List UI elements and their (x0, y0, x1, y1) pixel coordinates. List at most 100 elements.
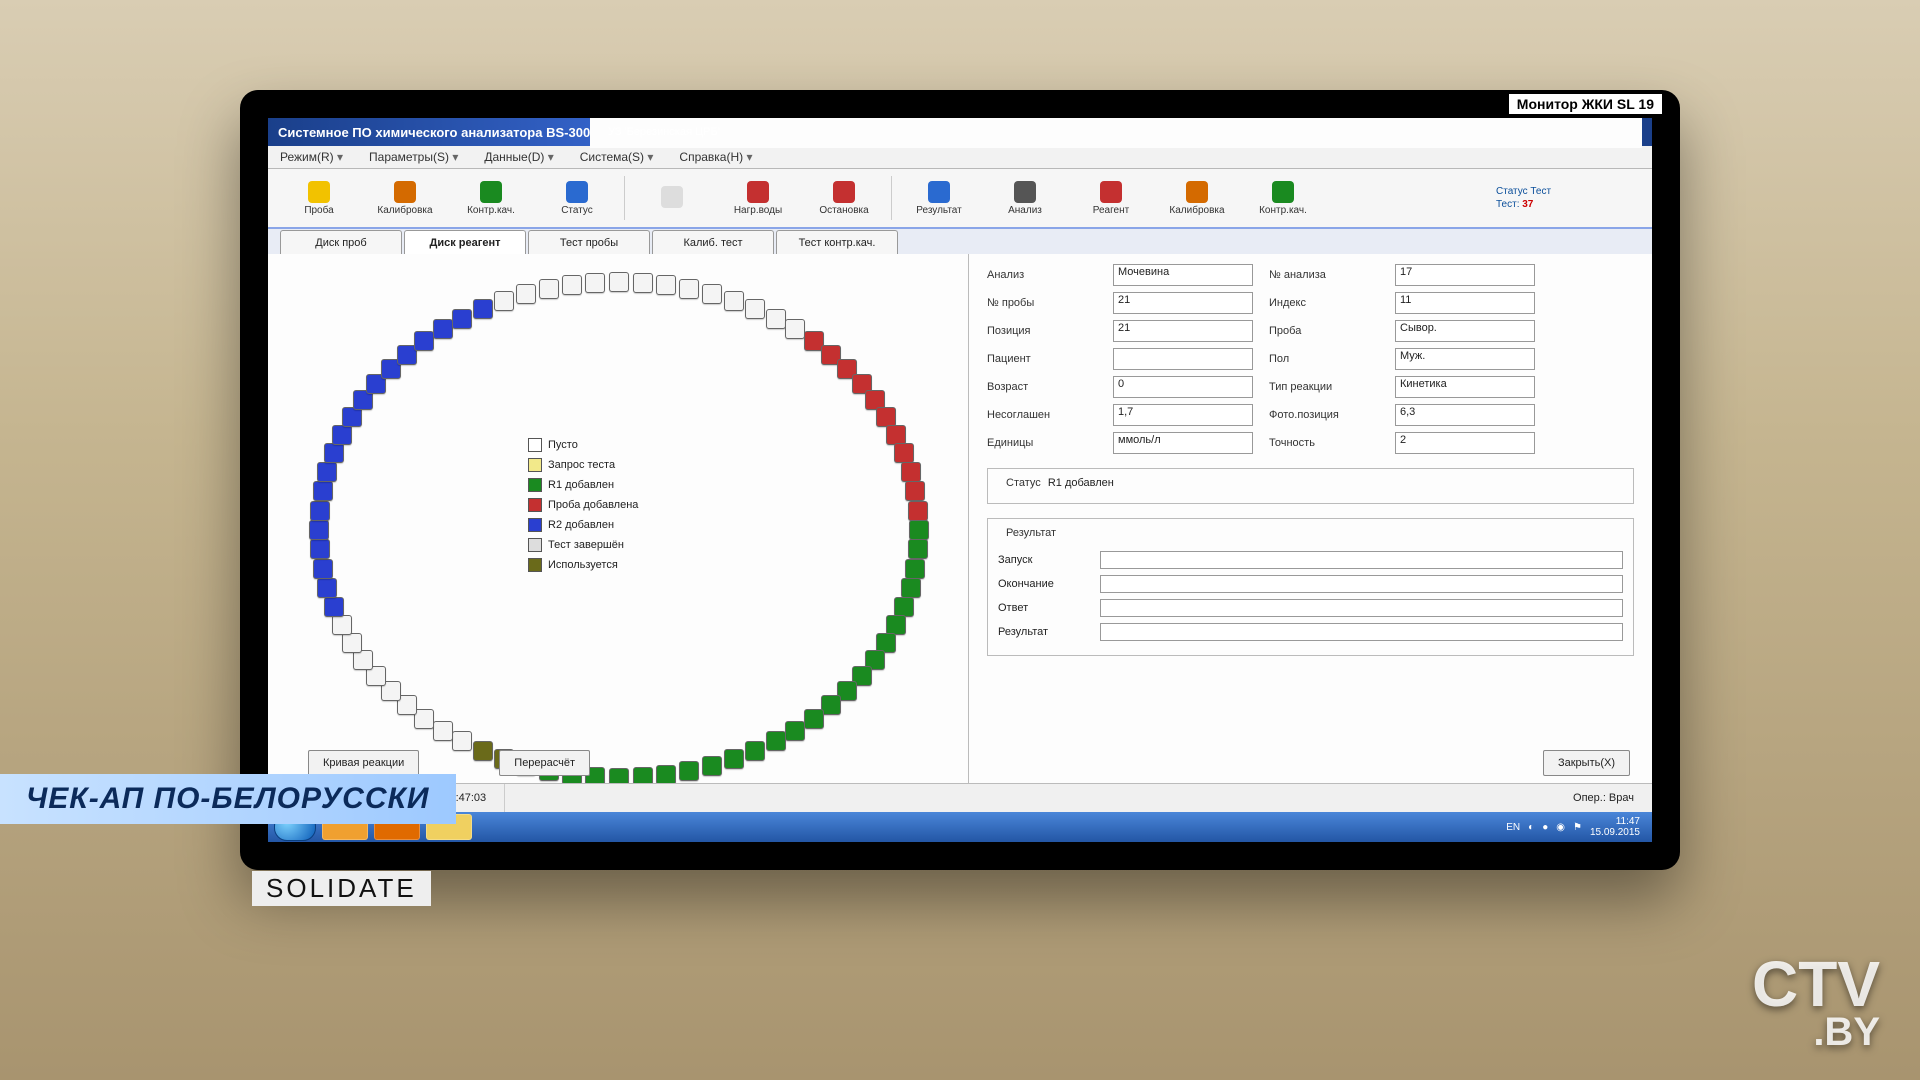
ring-slot[interactable] (324, 443, 344, 463)
ring-slot[interactable] (901, 462, 921, 482)
ring-slot[interactable] (894, 443, 914, 463)
ring-slot[interactable] (452, 731, 472, 751)
field-value[interactable]: 1,7 (1113, 404, 1253, 426)
toolbar-button[interactable]: Остановка (801, 170, 887, 226)
field-value[interactable]: ммоль/л (1113, 432, 1253, 454)
tab[interactable]: Тест пробы (528, 230, 650, 255)
ring-slot[interactable] (886, 615, 906, 635)
ring-slot[interactable] (317, 578, 337, 598)
ring-slot[interactable] (745, 741, 765, 761)
toolbar-button[interactable]: Контр.кач. (448, 170, 534, 226)
tab[interactable]: Тест контр.кач. (776, 230, 898, 255)
field-value[interactable]: Мочевина (1113, 264, 1253, 286)
ring-slot[interactable] (633, 273, 653, 293)
ring-slot[interactable] (766, 309, 786, 329)
reaction-curve-button[interactable]: Кривая реакции (308, 750, 419, 776)
windows-taskbar[interactable]: EN ◐ ● ◉ ⚑ 11:47 15.09.2015 (268, 812, 1652, 842)
ring-slot[interactable] (585, 273, 605, 293)
ring-slot[interactable] (894, 597, 914, 617)
ring-slot[interactable] (310, 501, 330, 521)
ring-slot[interactable] (562, 275, 582, 295)
tray-icon[interactable]: ◐ (1528, 822, 1534, 833)
system-tray[interactable]: EN ◐ ● ◉ ⚑ 11:47 15.09.2015 (1506, 816, 1646, 838)
recalc-button[interactable]: Перерасчёт (499, 750, 590, 776)
ring-slot[interactable] (656, 765, 676, 785)
tray-icon[interactable]: ● (1542, 822, 1548, 833)
toolbar-button[interactable]: Проба (276, 170, 362, 226)
ring-slot[interactable] (332, 615, 352, 635)
ring-slot[interactable] (886, 425, 906, 445)
field-value[interactable]: Сывор. (1395, 320, 1535, 342)
ring-slot[interactable] (702, 756, 722, 776)
ring-slot[interactable] (908, 501, 928, 521)
field-value[interactable]: 2 (1395, 432, 1535, 454)
ring-slot[interactable] (313, 481, 333, 501)
ring-slot[interactable] (821, 695, 841, 715)
toolbar-button[interactable]: Реагент (1068, 170, 1154, 226)
menu-item[interactable]: Параметры(S) (369, 150, 458, 164)
menu-item[interactable]: Данные(D) (484, 150, 553, 164)
ring-slot[interactable] (724, 749, 744, 769)
ring-slot[interactable] (804, 709, 824, 729)
ring-slot[interactable] (539, 279, 559, 299)
menu-item[interactable]: Система(S) (580, 150, 654, 164)
toolbar-button[interactable]: Калибровка (362, 170, 448, 226)
ring-slot[interactable] (414, 331, 434, 351)
ring-slot[interactable] (313, 559, 333, 579)
tab[interactable]: Калиб. тест (652, 230, 774, 255)
tray-clock[interactable]: 11:47 15.09.2015 (1590, 816, 1640, 838)
menubar[interactable]: Режим(R) Параметры(S) Данные(D) Система(S) С… (268, 146, 1652, 169)
ring-slot[interactable] (679, 761, 699, 781)
ring-slot[interactable] (656, 275, 676, 295)
toolbar-button[interactable]: Анализ (982, 170, 1068, 226)
field-value[interactable]: 0 (1113, 376, 1253, 398)
toolbar-button[interactable]: Нагр.воды (715, 170, 801, 226)
field-value[interactable]: 21 (1113, 320, 1253, 342)
ring-slot[interactable] (353, 650, 373, 670)
field-value[interactable]: 21 (1113, 292, 1253, 314)
toolbar-button[interactable]: Контр.кач. (1240, 170, 1326, 226)
ring-slot[interactable] (342, 633, 362, 653)
ring-slot[interactable] (909, 520, 929, 540)
tab[interactable]: Диск проб (280, 230, 402, 255)
ring-slot[interactable] (609, 272, 629, 292)
ring-slot[interactable] (309, 520, 329, 540)
toolbar-button[interactable]: Результат (896, 170, 982, 226)
ring-slot[interactable] (494, 291, 514, 311)
ring-slot[interactable] (414, 709, 434, 729)
ring-slot[interactable] (745, 299, 765, 319)
ring-slot[interactable] (332, 425, 352, 445)
ring-slot[interactable] (908, 539, 928, 559)
menu-item[interactable]: Режим(R) (280, 150, 343, 164)
ring-slot[interactable] (905, 481, 925, 501)
ring-slot[interactable] (433, 721, 453, 741)
ring-slot[interactable] (324, 597, 344, 617)
field-value[interactable]: Муж. (1395, 348, 1535, 370)
field-value[interactable]: 6,3 (1395, 404, 1535, 426)
field-value[interactable]: Кинетика (1395, 376, 1535, 398)
tray-icon[interactable]: ⚑ (1573, 822, 1582, 833)
ring-slot[interactable] (452, 309, 472, 329)
close-button[interactable]: Закрыть(X) (1543, 750, 1630, 776)
ring-slot[interactable] (901, 578, 921, 598)
ring-slot[interactable] (473, 299, 493, 319)
field-value[interactable]: 11 (1395, 292, 1535, 314)
tray-icon[interactable]: ◉ (1556, 822, 1565, 833)
toolbar-button[interactable]: Статус (534, 170, 620, 226)
ring-slot[interactable] (317, 462, 337, 482)
ring-slot[interactable] (785, 319, 805, 339)
ring-slot[interactable] (724, 291, 744, 311)
tab[interactable]: Диск реагент (404, 230, 526, 255)
toolbar-button[interactable]: Калибровка (1154, 170, 1240, 226)
ring-slot[interactable] (702, 284, 722, 304)
field-value[interactable]: 17 (1395, 264, 1535, 286)
ring-slot[interactable] (310, 539, 330, 559)
toolbar-button[interactable] (629, 170, 715, 226)
ring-slot[interactable] (342, 407, 362, 427)
ring-slot[interactable] (433, 319, 453, 339)
field-value[interactable] (1113, 348, 1253, 370)
menu-item[interactable]: Справка(H) (679, 150, 752, 164)
ring-slot[interactable] (679, 279, 699, 299)
ring-slot[interactable] (516, 284, 536, 304)
tray-lang[interactable]: EN (1506, 822, 1520, 833)
